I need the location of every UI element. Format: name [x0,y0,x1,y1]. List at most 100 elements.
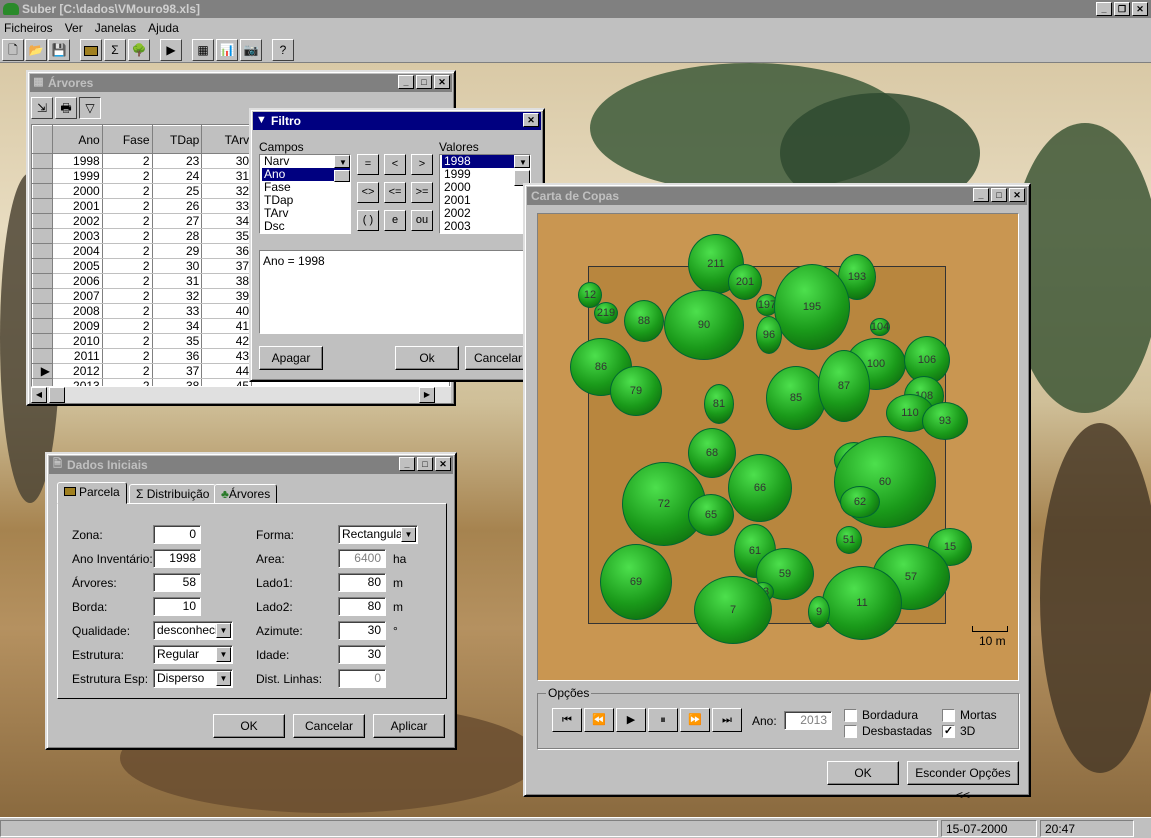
table-cell[interactable]: 36 [201,243,253,259]
tree-crown[interactable]: 9 [808,596,830,628]
row-header[interactable] [32,198,53,214]
tree-crown[interactable]: 11 [822,566,902,640]
fast-forward-icon[interactable]: ⏩ [680,708,710,732]
tree-crown[interactable]: 96 [756,316,782,354]
op-less-equal-button[interactable]: <= [384,182,406,203]
chevron-down-icon[interactable]: ▼ [216,647,231,662]
grid-icon[interactable]: ▦ [192,39,214,61]
field-input[interactable]: 30 [338,621,386,640]
table-cell[interactable]: 32 [152,288,203,304]
table-cell[interactable]: 37 [152,363,203,379]
column-header-fase[interactable]: Fase [101,125,153,154]
scroll-thumb[interactable] [49,387,65,403]
table-cell[interactable]: 27 [152,213,203,229]
tab-parcela[interactable]: Parcela [57,482,127,504]
table-cell[interactable]: 41 [201,318,253,334]
field-input[interactable]: 80 [338,573,386,592]
field-input[interactable]: 58 [153,573,201,592]
open-folder-icon[interactable]: 📂 [25,39,47,61]
table-cell[interactable]: 2 [102,363,153,379]
tree-crown[interactable]: 85 [766,366,826,430]
estrutura-esp-select[interactable]: Disperso ▼ [153,669,233,688]
field-input[interactable]: 0 [153,525,201,544]
maximize-icon[interactable]: □ [991,188,1007,202]
scroll-left-icon[interactable]: ◀ [31,387,47,403]
save-icon[interactable]: 💾 [48,39,70,61]
qualidade-select[interactable]: desconhecido ▼ [153,621,233,640]
table-cell[interactable]: 2 [102,333,153,349]
table-cell[interactable]: 2011 [52,348,103,364]
row-header[interactable] [32,273,53,289]
tree-crown[interactable]: 68 [688,428,736,478]
table-cell[interactable]: 39 [201,288,253,304]
tree-crown[interactable]: 88 [624,300,664,342]
field-input[interactable]: 1998 [153,549,201,568]
arvores-title-bar[interactable]: ▦ Árvores _ □ ✕ [30,74,452,92]
row-header[interactable] [32,183,53,199]
valores-list[interactable]: 199819992000200120022003 ▲ ▼ [439,154,531,234]
menu-ficheiros[interactable]: Ficheiros [4,21,53,37]
table-cell[interactable]: 35 [201,228,253,244]
current-row-icon[interactable]: ▶ [32,363,53,379]
field-input[interactable]: 30 [338,645,386,664]
op-not-equal-button[interactable]: <> [357,182,379,203]
op-equals-button[interactable]: = [357,154,379,175]
minimize-icon[interactable]: _ [1096,2,1112,16]
row-header[interactable] [32,258,53,274]
table-cell[interactable]: 2 [102,243,153,259]
camera-icon[interactable]: 📷 [240,39,262,61]
row-header[interactable] [32,303,53,319]
maximize-icon[interactable]: □ [416,75,432,89]
table-cell[interactable]: 2000 [52,183,103,199]
table-cell[interactable]: 2005 [52,258,103,274]
table-cell[interactable]: 42 [201,333,253,349]
print-icon[interactable]: 🖶 [55,97,77,119]
ok-button[interactable]: Ok [395,346,459,370]
table-cell[interactable]: 31 [152,273,203,289]
tree-crown[interactable]: 195 [774,264,850,350]
tree-crown[interactable]: 93 [922,402,968,440]
tree-crown[interactable]: 81 [704,384,734,424]
play-icon[interactable]: ▶ [616,708,646,732]
play-icon[interactable]: ▶ [160,39,182,61]
maximize-icon[interactable]: □ [417,457,433,471]
skip-to-start-icon[interactable]: ⏮ [552,708,582,732]
scroll-thumb[interactable] [334,170,350,182]
scroll-right-icon[interactable]: ▶ [419,387,435,403]
table-cell[interactable]: 38 [152,378,203,386]
row-header[interactable] [32,288,53,304]
table-cell[interactable]: 2002 [52,213,103,229]
menu-janelas[interactable]: Janelas [95,21,136,37]
tree-crown[interactable]: 104 [870,318,890,336]
row-header[interactable] [32,228,53,244]
rewind-icon[interactable]: ⏪ [584,708,614,732]
chevron-down-icon[interactable]: ▼ [216,623,231,638]
table-cell[interactable]: 2007 [52,288,103,304]
table-cell[interactable]: 2013 [52,378,103,386]
plot-icon[interactable] [80,39,102,61]
column-header-tdap[interactable]: TDap [151,125,203,154]
close-icon[interactable]: ✕ [1132,2,1148,16]
row-header[interactable] [32,153,53,169]
row-header[interactable] [32,318,53,334]
filter-icon[interactable]: ▽ [79,97,101,119]
campos-list[interactable]: NarvAnoFaseTDapTArvDsc ▲ ▼ [259,154,351,234]
close-icon[interactable]: ✕ [1009,188,1025,202]
ok-button[interactable]: OK [827,761,899,785]
field-input[interactable]: 0 [338,669,386,688]
carta-title-bar[interactable]: Carta de Copas _ □ ✕ [527,187,1027,205]
minimize-icon[interactable]: _ [398,75,414,89]
chart-icon[interactable]: 📊 [216,39,238,61]
checkbox-bordadura[interactable] [844,709,857,722]
table-cell[interactable]: 2 [102,153,153,169]
row-header[interactable] [32,168,53,184]
tree-crown[interactable]: 51 [836,526,862,554]
table-cell[interactable]: 2 [102,168,153,184]
table-cell[interactable]: 31 [201,168,253,184]
table-cell[interactable]: 2001 [52,198,103,214]
table-cell[interactable]: 2 [102,273,153,289]
column-header-ano[interactable]: Ano [51,125,103,154]
sigma-icon[interactable]: Σ [104,39,126,61]
filtro-title-bar[interactable]: ▼ Filtro ✕ [253,112,541,130]
table-cell[interactable]: 2003 [52,228,103,244]
